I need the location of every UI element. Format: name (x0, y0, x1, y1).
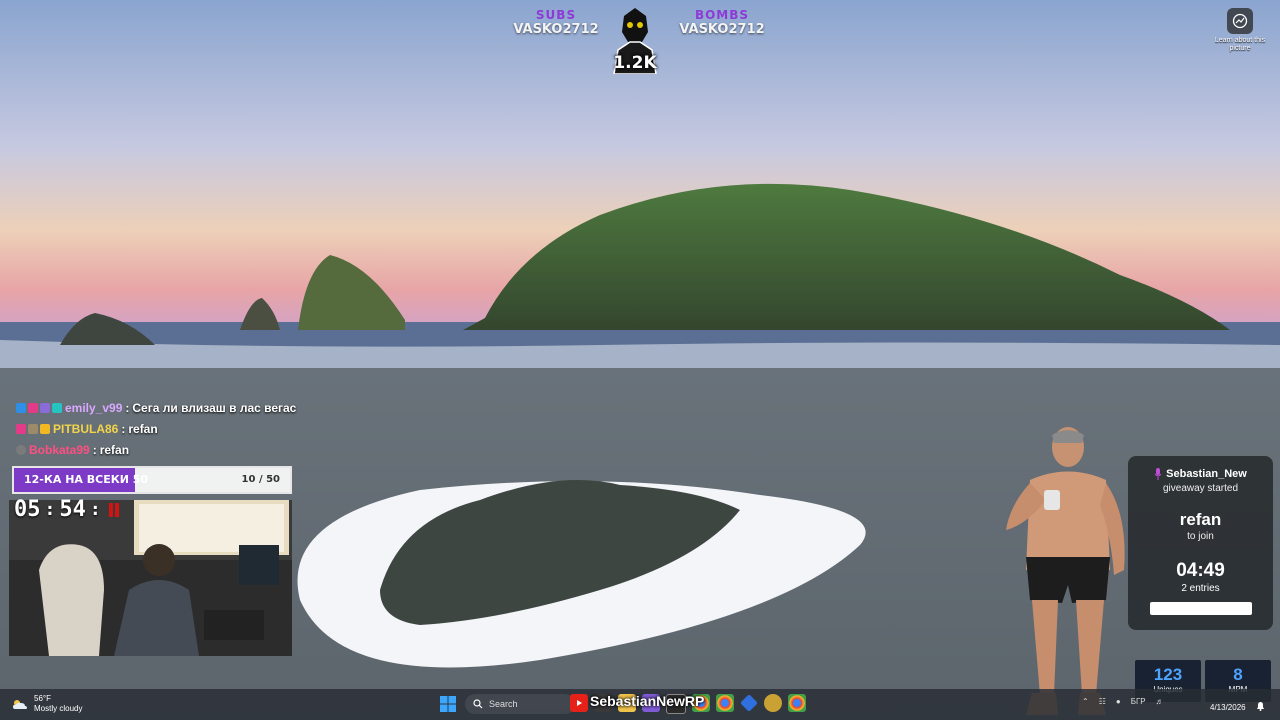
chat-separator: : (92, 442, 97, 457)
search-icon (473, 699, 483, 709)
chat-separator: : (121, 421, 126, 436)
badge-icon (16, 423, 26, 434)
weather-condition: Mostly cloudy (34, 704, 83, 713)
chat-badges (16, 423, 50, 434)
camera-icon (1227, 8, 1253, 34)
giveaway-hint: to join (1187, 531, 1214, 542)
timer-separator: : (89, 499, 101, 520)
learn-about-text: Learn about this picture (1214, 37, 1266, 52)
goal-label: 12-КА НА ВСЕКИ 50 (24, 473, 149, 486)
taskbar-search[interactable]: Search (465, 694, 575, 714)
stream-watermark: SebastianNewRP (590, 693, 705, 709)
weather-widget[interactable]: 56°F Mostly cloudy (12, 694, 82, 714)
bombs-user: VASKO2712 (679, 22, 765, 37)
badge-icon (52, 402, 62, 413)
chat-message: Bobkata99 : refan (16, 439, 296, 460)
chat-username: PITBULA86 (53, 421, 119, 436)
microphone-icon[interactable]: ● (1116, 697, 1121, 706)
chat-text: refan (99, 442, 130, 457)
timer-separator: : (44, 499, 56, 520)
goal-count: 10 / 50 (241, 474, 280, 485)
chat-separator: : (125, 400, 130, 415)
badge-icon (28, 423, 38, 434)
subs-widget: SUBS VASKO2712 (508, 8, 604, 37)
timer-minutes: 54 (59, 497, 86, 522)
chat-username: emily_v99 (65, 400, 123, 415)
giveaway-status: giveaway started (1162, 483, 1239, 494)
cloud-icon (13, 700, 27, 709)
badge-icon (40, 402, 50, 413)
giveaway-username: Sebastian_New (1166, 468, 1247, 480)
record-indicator (108, 502, 113, 517)
youtube-icon[interactable] (570, 694, 588, 712)
badge-icon (28, 402, 38, 413)
chat-text: refan (128, 421, 158, 436)
giveaway-host: Sebastian_New (1128, 468, 1273, 480)
weather-temp: 56°F (34, 694, 51, 703)
chrome-icon[interactable] (716, 694, 734, 712)
stat-value: 8 (1233, 665, 1243, 684)
giveaway-keyword: refan (1179, 510, 1222, 529)
stat-value: 123 (1153, 665, 1183, 684)
webcam-image (9, 500, 292, 656)
bombs-widget: BOMBS VASKO2712 (676, 8, 768, 37)
start-button[interactable] (440, 696, 456, 712)
system-tray: ⌃ ☷ ● БГР ♬ (1082, 697, 1164, 706)
desktop: SUBS VASKO2712 1.2K BOMBS VASKO2712 Lear… (0, 0, 1280, 720)
bombs-label: BOMBS (694, 8, 750, 22)
chrome-icon[interactable] (788, 694, 806, 712)
chevron-up-icon[interactable]: ⌃ (1082, 697, 1089, 706)
sub-goal-bar: 12-КА НА ВСЕКИ 50 10 / 50 (12, 466, 292, 494)
network-icon[interactable]: ☷ (1099, 697, 1106, 706)
record-indicator (114, 502, 119, 517)
volume-icon[interactable]: ♬ (1156, 697, 1164, 706)
subs-user: VASKO2712 (513, 22, 599, 37)
chat-message: PITBULA86 : refan (16, 418, 296, 439)
badge-icon (40, 423, 50, 434)
notification-icon[interactable] (1256, 701, 1265, 711)
giveaway-panel: Sebastian_New giveaway started refan to … (1128, 456, 1273, 630)
chat-badges (16, 444, 26, 455)
streamer-cutout (1006, 427, 1125, 715)
chat-badges (16, 402, 62, 413)
chat-message: emily_v99 : Сега ли влизаш в лас вегас (16, 397, 296, 418)
taskbar-date[interactable]: 4/13/2026 (1210, 703, 1246, 712)
giveaway-countdown: 04:49 (1176, 560, 1225, 581)
giveaway-entries: 2 entries (1181, 583, 1220, 594)
subs-label: SUBS (535, 8, 577, 22)
bomb-count: 1.2K (613, 53, 657, 73)
learn-about-picture-button[interactable]: Learn about this picture (1214, 8, 1266, 53)
chat-text: Сега ли влизаш в лас вегас (132, 400, 297, 415)
stream-timer: 05 : 54 : (14, 497, 119, 522)
search-placeholder: Search (489, 699, 518, 709)
badge-icon (16, 402, 26, 413)
app-icon[interactable] (764, 694, 782, 712)
chat-username: Bobkata99 (29, 442, 90, 457)
app-icon[interactable] (740, 694, 758, 712)
giveaway-progress-bar (1149, 602, 1252, 615)
microphone-icon (1154, 468, 1162, 480)
timer-hours: 05 (14, 497, 41, 522)
webcam-feed (9, 500, 292, 656)
badge-icon (16, 444, 26, 455)
chat-overlay: emily_v99 : Сега ли влизаш в лас вегас P… (16, 397, 296, 460)
language-indicator[interactable]: БГР (1131, 697, 1146, 706)
